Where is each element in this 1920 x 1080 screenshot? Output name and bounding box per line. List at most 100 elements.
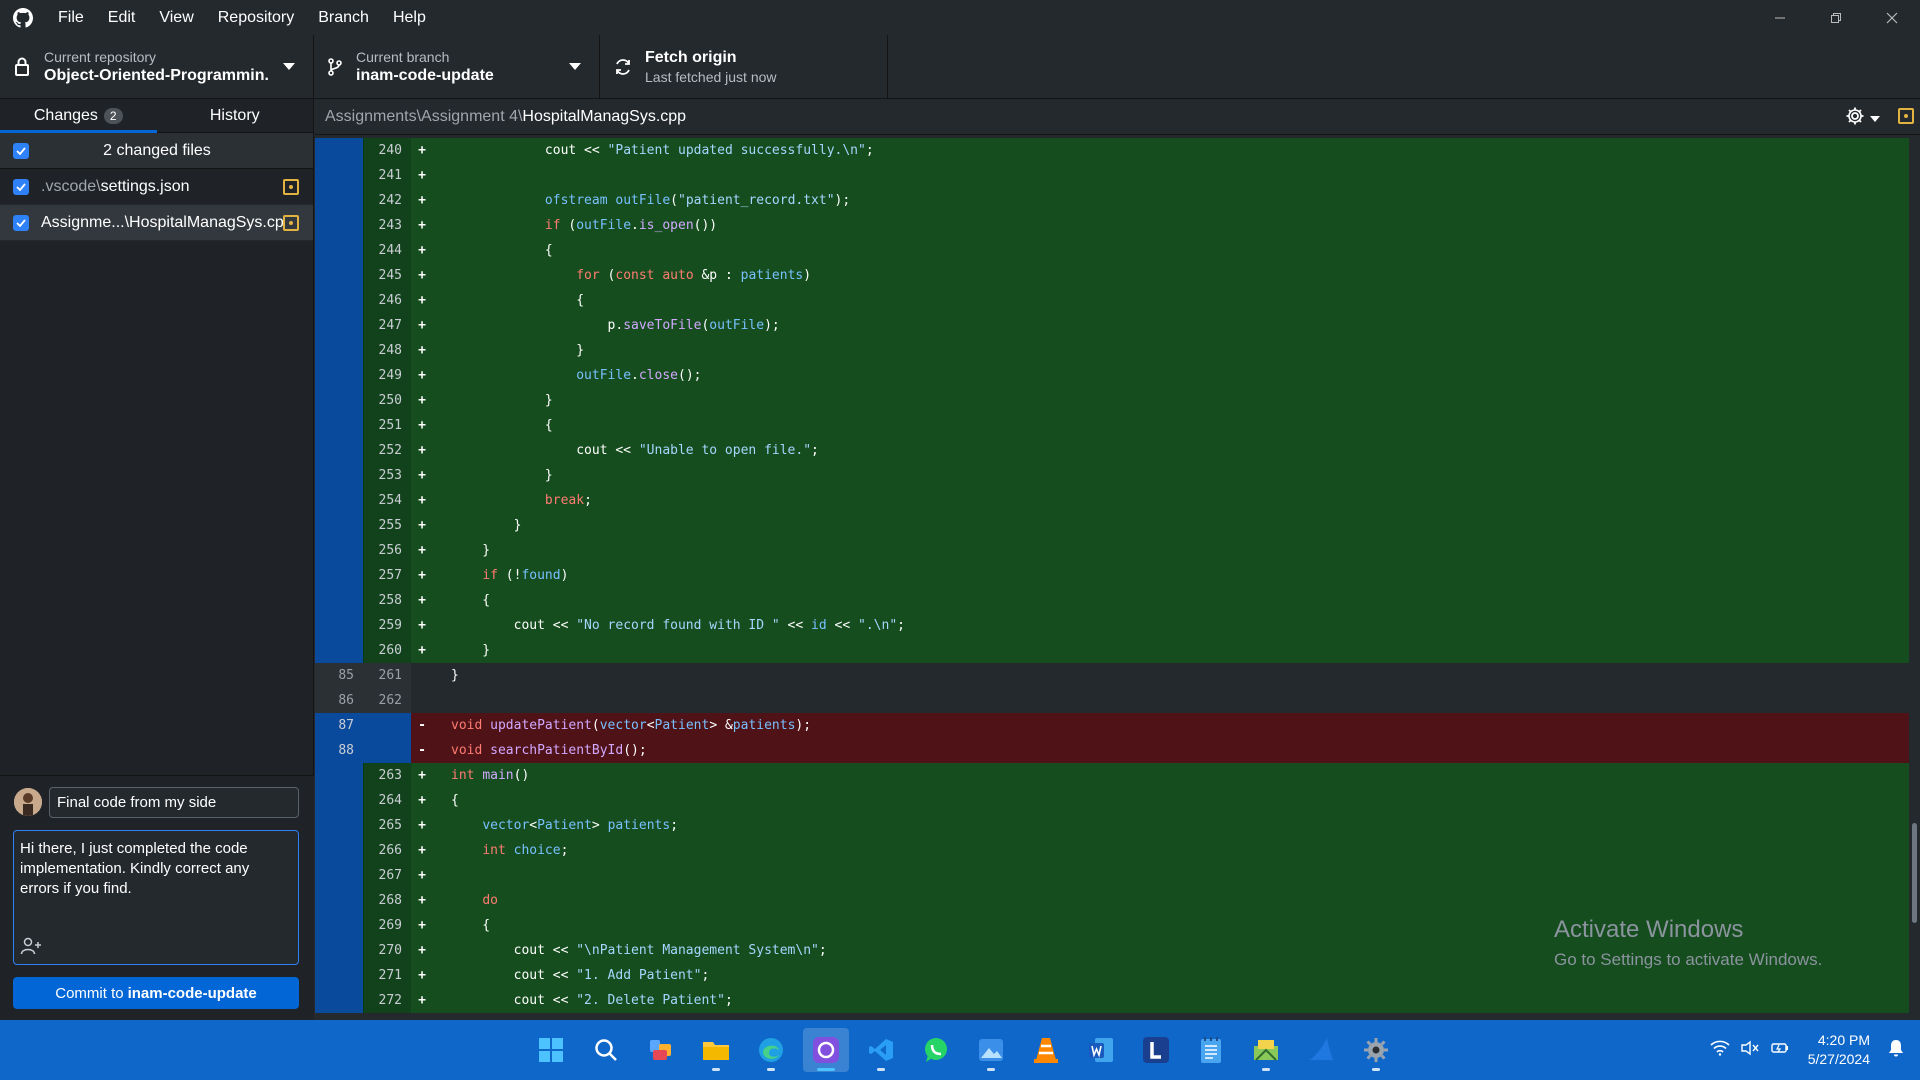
diff-line-add[interactable]: 241 + — [315, 163, 1909, 188]
old-line-number[interactable] — [315, 838, 363, 863]
menu-help[interactable]: Help — [381, 0, 438, 35]
diff-line-add[interactable]: 257 + if (!found) — [315, 563, 1909, 588]
new-line-number[interactable]: 266 — [363, 838, 411, 863]
diff-line-add[interactable]: 267 + — [315, 863, 1909, 888]
current-repository-dropdown[interactable]: Current repository Object-Oriented-Progr… — [0, 35, 314, 99]
old-line-number[interactable] — [315, 763, 363, 788]
new-line-number[interactable]: 272 — [363, 988, 411, 1013]
new-line-number[interactable]: 244 — [363, 238, 411, 263]
file-explorer-icon[interactable] — [693, 1028, 739, 1072]
old-line-number[interactable] — [315, 538, 363, 563]
diff-line-add[interactable]: 258 + { — [315, 588, 1909, 613]
new-line-number[interactable]: 251 — [363, 413, 411, 438]
new-line-number[interactable]: 259 — [363, 613, 411, 638]
old-line-number[interactable] — [315, 338, 363, 363]
diff-settings-button[interactable] — [1845, 106, 1880, 131]
diff-line-add[interactable]: 251 + { — [315, 413, 1909, 438]
new-line-number[interactable] — [363, 738, 411, 763]
diff-line-del[interactable]: 88 - void searchPatientById(); — [315, 738, 1909, 763]
diff-line-add[interactable]: 253 + } — [315, 463, 1909, 488]
tab-history[interactable]: History — [157, 99, 314, 132]
file-row[interactable]: .vscode\settings.json — [0, 169, 313, 205]
diff-line-add[interactable]: 248 + } — [315, 338, 1909, 363]
diff-line-add[interactable]: 246 + { — [315, 288, 1909, 313]
old-line-number[interactable]: 85 — [315, 663, 363, 688]
diff-line-add[interactable]: 250 + } — [315, 388, 1909, 413]
diff-line-add[interactable]: 264 +{ — [315, 788, 1909, 813]
diff-line-del[interactable]: 87 - void updatePatient(vector<Patient> &p… — [315, 713, 1909, 738]
diff-line-add[interactable]: 247 + p.saveToFile(outFile); — [315, 313, 1909, 338]
search-icon[interactable] — [583, 1028, 629, 1072]
scrollbar-thumb[interactable] — [1912, 823, 1917, 923]
old-line-number[interactable] — [315, 788, 363, 813]
old-line-number[interactable] — [315, 988, 363, 1013]
diff-line-context[interactable]: 86 262 — [315, 688, 1909, 713]
new-line-number[interactable]: 245 — [363, 263, 411, 288]
old-line-number[interactable] — [315, 913, 363, 938]
add-coauthor-icon[interactable] — [20, 937, 42, 960]
new-line-number[interactable]: 270 — [363, 938, 411, 963]
word-icon[interactable] — [1078, 1028, 1124, 1072]
minimize-button[interactable] — [1752, 0, 1808, 35]
new-line-number[interactable]: 248 — [363, 338, 411, 363]
new-line-number[interactable]: 269 — [363, 913, 411, 938]
notification-bell-icon[interactable] — [1888, 1039, 1904, 1062]
new-line-number[interactable]: 249 — [363, 363, 411, 388]
old-line-number[interactable] — [315, 263, 363, 288]
clock[interactable]: 4:20 PM 5/27/2024 — [1808, 1031, 1870, 1069]
diff-line-add[interactable]: 249 + outFile.close(); — [315, 363, 1909, 388]
old-line-number[interactable]: 86 — [315, 688, 363, 713]
volume-muted-icon[interactable] — [1740, 1040, 1760, 1061]
new-line-number[interactable]: 252 — [363, 438, 411, 463]
new-line-number[interactable]: 265 — [363, 813, 411, 838]
old-line-number[interactable] — [315, 313, 363, 338]
commit-button[interactable]: Commit to inam-code-update — [13, 977, 299, 1009]
github-desktop-icon[interactable] — [803, 1028, 849, 1072]
diff-line-add[interactable]: 243 + if (outFile.is_open()) — [315, 213, 1909, 238]
new-line-number[interactable]: 255 — [363, 513, 411, 538]
diff-line-add[interactable]: 272 + cout << "2. Delete Patient"; — [315, 988, 1909, 1013]
menu-edit[interactable]: Edit — [96, 0, 148, 35]
current-branch-dropdown[interactable]: Current branch inam-code-update — [314, 35, 600, 99]
new-line-number[interactable]: 250 — [363, 388, 411, 413]
old-line-number[interactable] — [315, 288, 363, 313]
diff-line-add[interactable]: 268 + do — [315, 888, 1909, 913]
new-line-number[interactable]: 268 — [363, 888, 411, 913]
diff-line-add[interactable]: 244 + { — [315, 238, 1909, 263]
old-line-number[interactable] — [315, 513, 363, 538]
old-line-number[interactable] — [315, 963, 363, 988]
old-line-number[interactable] — [315, 613, 363, 638]
photos-icon[interactable] — [968, 1028, 1014, 1072]
shark-app-icon[interactable] — [1298, 1028, 1344, 1072]
new-line-number[interactable]: 264 — [363, 788, 411, 813]
select-all-checkbox[interactable] — [13, 142, 29, 159]
old-line-number[interactable] — [315, 138, 363, 163]
new-line-number[interactable]: 260 — [363, 638, 411, 663]
old-line-number[interactable] — [315, 238, 363, 263]
file-checkbox[interactable] — [13, 214, 29, 231]
diff-line-add[interactable]: 242 + ofstream outFile("patient_record.tx… — [315, 188, 1909, 213]
new-line-number[interactable]: 261 — [363, 663, 411, 688]
close-window-button[interactable] — [1864, 0, 1920, 35]
diff-line-add[interactable]: 245 + for (const auto &p : patients) — [315, 263, 1909, 288]
diff-line-add[interactable]: 255 + } — [315, 513, 1909, 538]
settings-icon[interactable] — [1353, 1028, 1399, 1072]
battery-icon[interactable] — [1770, 1040, 1790, 1061]
file-checkbox[interactable] — [13, 178, 29, 195]
new-line-number[interactable]: 258 — [363, 588, 411, 613]
new-line-number[interactable]: 241 — [363, 163, 411, 188]
new-line-number[interactable]: 247 — [363, 313, 411, 338]
tab-changes[interactable]: Changes 2 — [0, 99, 157, 133]
menu-view[interactable]: View — [147, 0, 205, 35]
commit-summary-input[interactable]: Final code from my side — [49, 787, 299, 818]
diff-line-add[interactable]: 260 + } — [315, 638, 1909, 663]
old-line-number[interactable] — [315, 188, 363, 213]
diff-line-add[interactable]: 263 + int main() — [315, 763, 1909, 788]
menu-file[interactable]: File — [46, 0, 96, 35]
old-line-number[interactable] — [315, 813, 363, 838]
menu-repository[interactable]: Repository — [206, 0, 306, 35]
old-line-number[interactable] — [315, 213, 363, 238]
diff-line-add[interactable]: 256 + } — [315, 538, 1909, 563]
new-line-number[interactable]: 240 — [363, 138, 411, 163]
diff-line-add[interactable]: 266 + int choice; — [315, 838, 1909, 863]
